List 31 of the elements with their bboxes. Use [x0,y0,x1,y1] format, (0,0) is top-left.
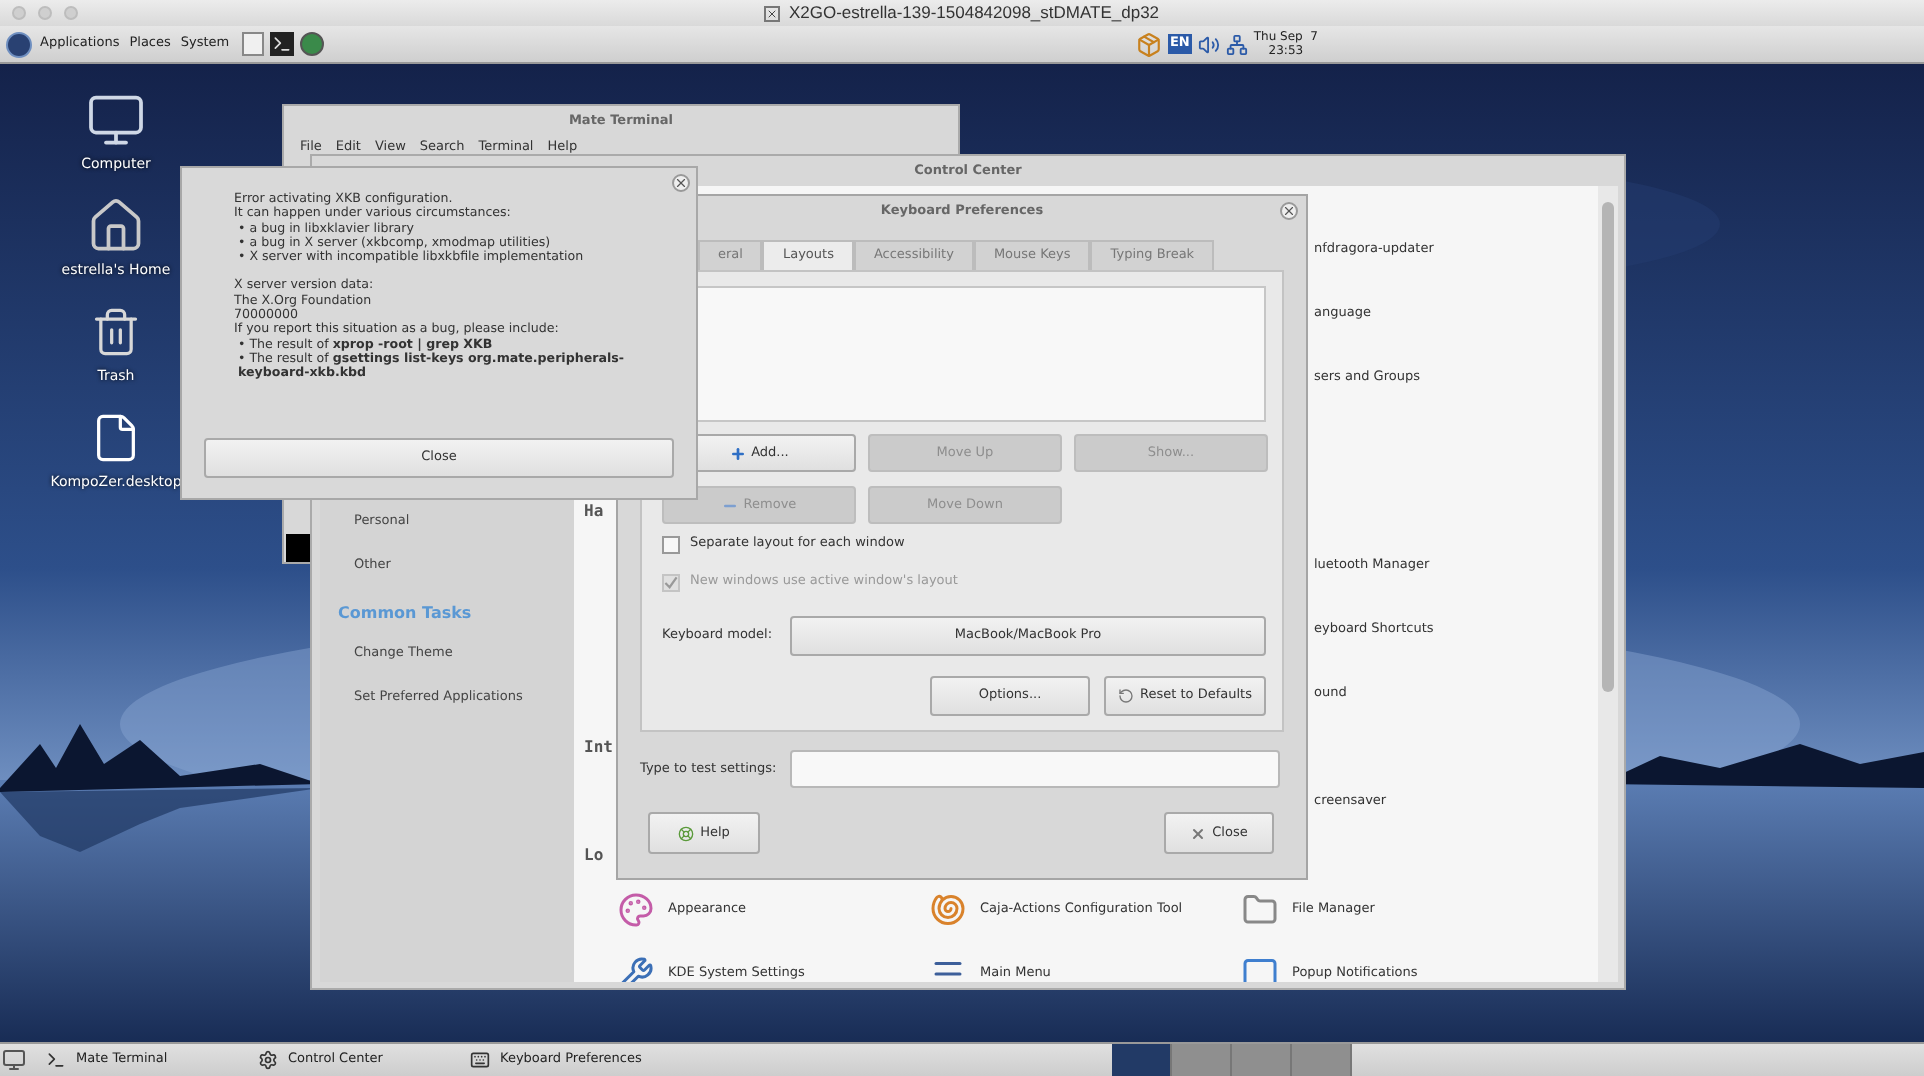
shell-icon [930,892,966,928]
computer-icon[interactable] [86,90,146,150]
close-icon [1190,825,1207,841]
network-icon[interactable] [1225,33,1248,55]
section-heading: Ha [584,500,604,524]
terminal-launcher-icon[interactable] [269,32,294,56]
checkmark-icon [664,575,678,589]
workspace[interactable] [1112,1044,1172,1076]
checkbox[interactable] [662,535,680,553]
help-icon [678,825,695,841]
x-logo-icon [764,5,781,21]
section-heading: Int [584,736,613,760]
keyboard-icon [470,1050,490,1070]
scrollbar[interactable] [1598,186,1618,982]
section-heading: Lo [584,844,604,868]
volume-icon[interactable] [1197,33,1220,55]
sidebar-heading: Common Tasks [338,601,472,625]
plus-icon [729,445,746,461]
close-icon[interactable] [672,174,690,192]
workspace-switcher[interactable] [1112,1044,1352,1076]
settings-icon [258,1050,278,1070]
palette-icon [618,892,654,928]
test-input-field[interactable] [790,750,1280,788]
package-icon[interactable] [1135,31,1162,57]
home-folder-icon[interactable] [86,196,146,256]
host-window-title: X2GO-estrella-139-1504842098_stDMATE_dp32 [788,0,1160,26]
show-desktop-icon[interactable] [2,1048,26,1072]
terminal-icon [46,1050,66,1070]
close-icon[interactable] [1280,202,1298,220]
tools-icon [618,956,654,982]
reset-icon [1118,688,1135,704]
